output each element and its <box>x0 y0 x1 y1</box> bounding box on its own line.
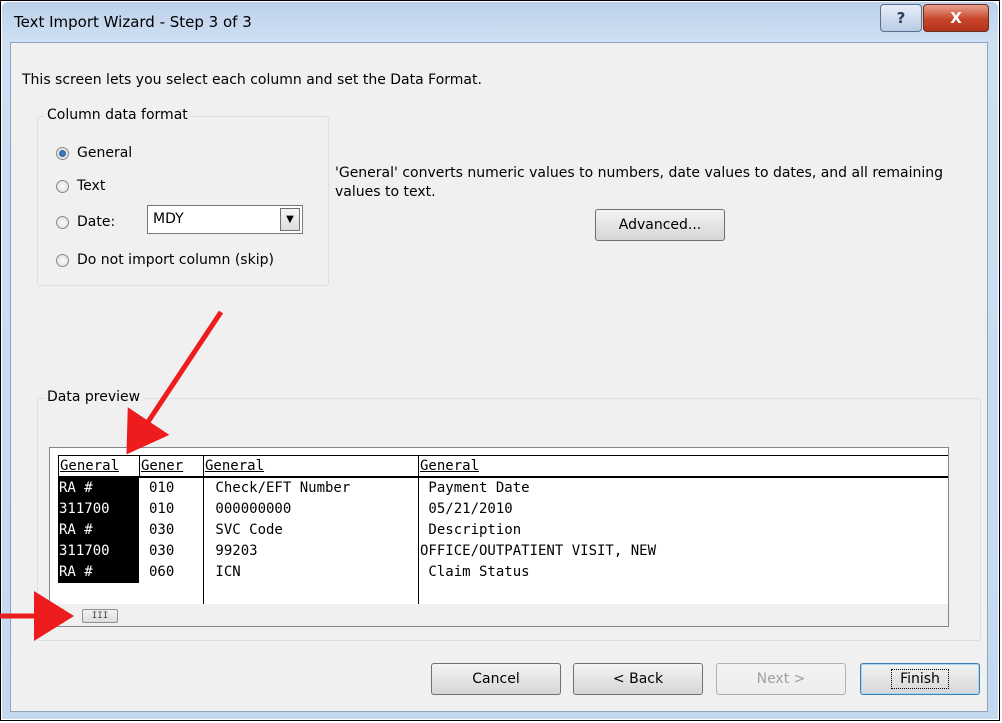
table-cell[interactable]: 010 <box>148 499 203 520</box>
horizontal-scrollbar[interactable]: III ▶ <box>50 604 948 626</box>
dialog-window: Text Import Wizard - Step 3 of 3 ? X Thi… <box>0 0 1000 721</box>
format-description: 'General' converts numeric values to num… <box>335 165 944 200</box>
radio-general[interactable]: General <box>56 145 132 161</box>
finish-button[interactable]: Finish <box>860 663 980 695</box>
radio-skip-label: Do not import column (skip) <box>77 252 274 268</box>
table-cell[interactable]: 05/21/2010 <box>419 499 939 520</box>
radio-text[interactable]: Text <box>56 178 105 194</box>
help-button[interactable]: ? <box>880 4 922 32</box>
horizontal-scroll-thumb[interactable]: III <box>82 609 118 623</box>
finish-button-label: Finish <box>891 669 949 689</box>
radio-unselected-icon[interactable] <box>56 215 69 229</box>
cancel-button-label: Cancel <box>472 671 520 687</box>
table-cell[interactable]: OFFICE/OUTPATIENT VISIT, NEW <box>419 541 939 562</box>
next-button[interactable]: Next > <box>716 663 846 695</box>
data-preview-grid[interactable]: General Gener General General RA # 010 C… <box>49 447 949 627</box>
date-format-dropdown[interactable]: MDY ▼ <box>147 205 303 234</box>
date-format-value: MDY <box>153 211 184 227</box>
table-row: RA # 010 Check/EFT Number Payment Date <box>58 478 948 499</box>
radio-skip[interactable]: Do not import column (skip) <box>56 252 274 268</box>
table-cell[interactable]: ICN <box>206 562 416 583</box>
table-row: RA # 030 SVC Code Description <box>58 520 948 541</box>
table-cell[interactable]: 311700 <box>58 541 139 562</box>
column-divider <box>203 478 204 604</box>
table-cell[interactable]: Payment Date <box>419 478 939 499</box>
table-cell[interactable]: Claim Status <box>419 562 939 583</box>
radio-date[interactable]: Date: <box>56 214 115 230</box>
column-format-group: Column data format General Text Date: Do… <box>37 107 329 286</box>
close-button[interactable]: X <box>923 4 989 32</box>
table-cell[interactable]: 000000000 <box>206 499 416 520</box>
radio-unselected-icon[interactable] <box>56 253 69 267</box>
advanced-button[interactable]: Advanced... <box>595 209 725 241</box>
table-cell[interactable]: RA # <box>58 562 139 583</box>
back-button[interactable]: < Back <box>573 663 703 695</box>
table-cell[interactable]: 311700 <box>58 499 139 520</box>
dialog-body: This screen lets you select each column … <box>10 42 988 712</box>
advanced-button-label: Advanced... <box>618 217 702 233</box>
radio-general-label: General <box>77 145 133 161</box>
table-cell[interactable]: Description <box>419 520 939 541</box>
column-header[interactable]: General <box>418 456 948 476</box>
window-frame: Text Import Wizard - Step 3 of 3 ? X Thi… <box>2 2 998 719</box>
table-cell[interactable]: SVC Code <box>206 520 416 541</box>
preview-header-row: General Gener General General <box>58 455 948 478</box>
column-header[interactable]: General <box>203 456 418 476</box>
table-cell[interactable]: 010 <box>148 478 203 499</box>
table-cell[interactable]: RA # <box>58 520 139 541</box>
data-preview-legend: Data preview <box>44 389 144 405</box>
table-cell[interactable]: Check/EFT Number <box>206 478 416 499</box>
table-cell[interactable]: 99203 <box>206 541 416 562</box>
table-row: RA # 060 ICN Claim Status <box>58 562 948 583</box>
radio-date-label: Date: <box>77 214 116 230</box>
radio-unselected-icon[interactable] <box>56 179 69 193</box>
table-cell[interactable]: 030 <box>148 520 203 541</box>
column-header[interactable]: Gener <box>139 456 203 476</box>
column-divider <box>418 478 419 604</box>
title-bar[interactable]: Text Import Wizard - Step 3 of 3 ? X <box>2 2 998 42</box>
column-format-legend: Column data format <box>44 107 191 123</box>
close-icon: X <box>950 9 962 27</box>
cancel-button[interactable]: Cancel <box>431 663 561 695</box>
table-row: 311700 010 000000000 05/21/2010 <box>58 499 948 520</box>
help-icon: ? <box>896 9 906 27</box>
table-cell[interactable]: 030 <box>148 541 203 562</box>
radio-selected-icon[interactable] <box>56 146 69 160</box>
column-header[interactable]: General <box>58 456 139 476</box>
window-title: Text Import Wizard - Step 3 of 3 <box>14 13 252 31</box>
radio-text-label: Text <box>77 178 106 194</box>
table-row: 311700 030 99203 OFFICE/OUTPATIENT VISIT… <box>58 541 948 562</box>
back-button-label: < Back <box>612 671 664 687</box>
table-cell[interactable]: RA # <box>58 478 139 499</box>
chevron-down-icon[interactable]: ▼ <box>280 208 300 231</box>
intro-text: This screen lets you select each column … <box>22 72 482 88</box>
table-cell[interactable]: 060 <box>148 562 203 583</box>
next-button-label: Next > <box>756 671 806 687</box>
